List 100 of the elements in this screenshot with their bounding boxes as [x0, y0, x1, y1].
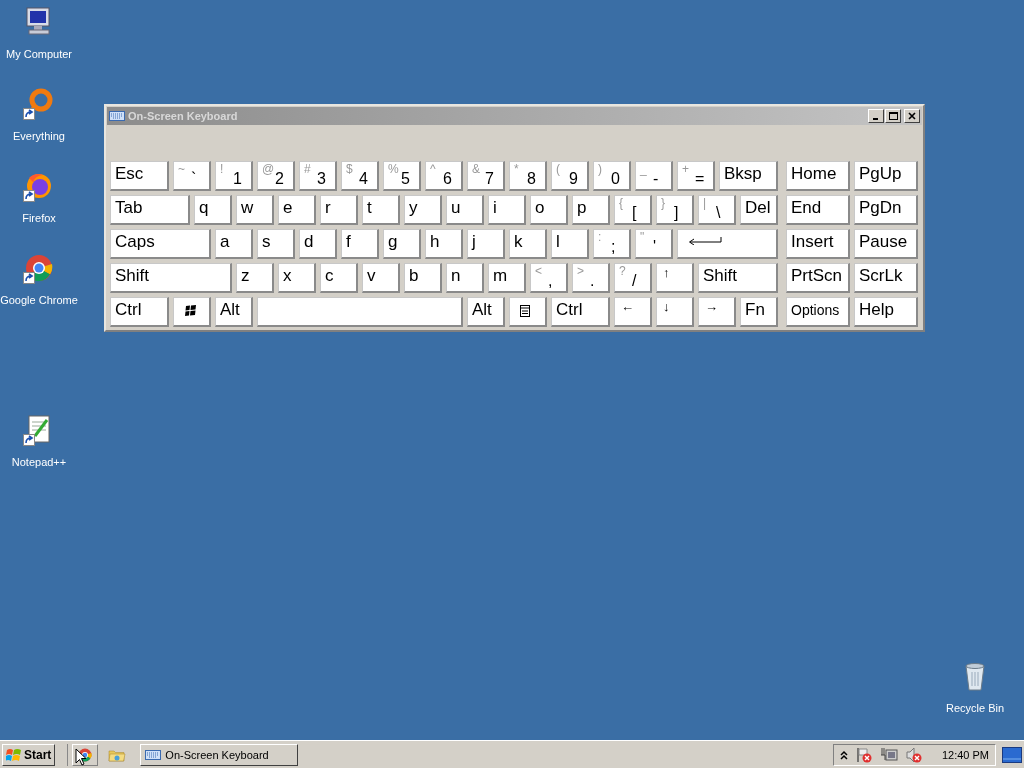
key-legend: 1 — [233, 170, 242, 188]
key: Ctrl — [110, 297, 169, 327]
key-legend: 6 — [443, 170, 452, 188]
icon-label[interactable]: Google Chrome — [0, 294, 78, 306]
shift-legend: ~ — [178, 162, 185, 176]
keyboard-icon — [109, 111, 125, 121]
key: s — [257, 229, 295, 259]
key: Alt — [467, 297, 505, 327]
key-legend: 0 — [611, 170, 620, 188]
key: r — [320, 195, 358, 225]
key-legend: ` — [191, 170, 197, 188]
key: PrtScn — [786, 263, 850, 293]
key-legend: \ — [716, 204, 721, 222]
key: Del — [740, 195, 778, 225]
menu-icon — [520, 305, 530, 317]
key-legend: ; — [611, 238, 616, 256]
maximize-button[interactable] — [885, 109, 901, 123]
close-button[interactable] — [904, 109, 920, 123]
key-legend: 4 — [359, 170, 368, 188]
shift-legend: ! — [220, 162, 224, 176]
key: o — [530, 195, 568, 225]
show-desktop-icon[interactable] — [1002, 746, 1022, 763]
shift-legend: ? — [619, 264, 626, 278]
key: d — [299, 229, 337, 259]
shift-legend: _ — [640, 162, 647, 176]
network-icon[interactable] — [879, 746, 898, 763]
shift-legend: # — [304, 162, 311, 176]
shift-legend: } — [661, 196, 665, 210]
shift-legend: : — [598, 230, 602, 244]
icon-label[interactable]: My Computer — [6, 48, 72, 60]
key: j — [467, 229, 505, 259]
windows-logo-icon — [6, 747, 22, 762]
shift-legend: ^ — [430, 162, 436, 176]
shift-legend: { — [619, 196, 623, 210]
shift-legend: @ — [262, 162, 275, 176]
shift-legend: > — [577, 264, 584, 278]
key-legend: = — [695, 170, 705, 188]
key: x — [278, 263, 316, 293]
taskbar-button[interactable]: On-Screen Keyboard — [140, 743, 299, 766]
windows-logo-icon — [184, 305, 198, 317]
key: f — [341, 229, 379, 259]
shift-legend: % — [388, 162, 399, 176]
speaker-off-icon[interactable] — [905, 746, 922, 763]
key: m — [488, 263, 526, 293]
key: Help — [854, 297, 918, 327]
key-legend: 5 — [401, 170, 410, 188]
maximize-icon — [888, 112, 898, 120]
shift-legend: | — [703, 196, 707, 210]
keyboard-icon — [145, 749, 162, 760]
key: Bksp — [719, 161, 778, 191]
key: g — [383, 229, 421, 259]
key: p — [572, 195, 610, 225]
start-button[interactable]: Start — [2, 743, 56, 766]
minimize-button[interactable] — [868, 109, 884, 123]
key: e — [278, 195, 316, 225]
return-arrow-icon — [688, 237, 722, 245]
shift-legend: < — [535, 264, 542, 278]
key: Options — [786, 297, 850, 327]
shift-legend: * — [514, 162, 519, 176]
key: Shift — [698, 263, 778, 293]
key: Esc — [110, 161, 169, 191]
clock[interactable]: 12:40 PM — [941, 748, 989, 761]
key-legend: . — [590, 272, 595, 290]
key: ↑ — [656, 263, 694, 293]
key: Insert — [786, 229, 850, 259]
key: q — [194, 195, 232, 225]
key: z — [236, 263, 274, 293]
key: Fn — [740, 297, 778, 327]
close-icon — [908, 112, 916, 120]
key: y — [404, 195, 442, 225]
key: u — [446, 195, 484, 225]
chevron-up-icon[interactable] — [839, 749, 848, 760]
key: w — [236, 195, 274, 225]
icon-label[interactable]: Recycle Bin — [945, 702, 1005, 714]
key: h — [425, 229, 463, 259]
key: b — [404, 263, 442, 293]
key-legend: / — [632, 272, 637, 290]
key: → — [698, 297, 736, 327]
key: Tab — [110, 195, 190, 225]
key-legend: ] — [674, 204, 679, 222]
window-title: On-Screen Keyboard — [128, 110, 239, 122]
shift-legend: ) — [598, 162, 602, 176]
key: PgDn — [854, 195, 918, 225]
shift-legend: " — [640, 230, 645, 244]
key: t — [362, 195, 400, 225]
icon-label[interactable]: Everything — [13, 130, 65, 142]
key: Caps — [110, 229, 211, 259]
key: End — [786, 195, 850, 225]
key: PgUp — [854, 161, 918, 191]
key: Home — [786, 161, 850, 191]
key-legend: - — [653, 170, 659, 188]
flag-icon[interactable] — [855, 746, 872, 763]
key: Ctrl — [551, 297, 610, 327]
key: a — [215, 229, 253, 259]
icon-label[interactable]: Notepad++ — [11, 456, 67, 468]
shift-legend: $ — [346, 162, 353, 176]
icon-label[interactable]: Firefox — [22, 212, 56, 224]
key-legend: 2 — [275, 170, 284, 188]
key: Shift — [110, 263, 232, 293]
shift-legend: & — [472, 162, 480, 176]
